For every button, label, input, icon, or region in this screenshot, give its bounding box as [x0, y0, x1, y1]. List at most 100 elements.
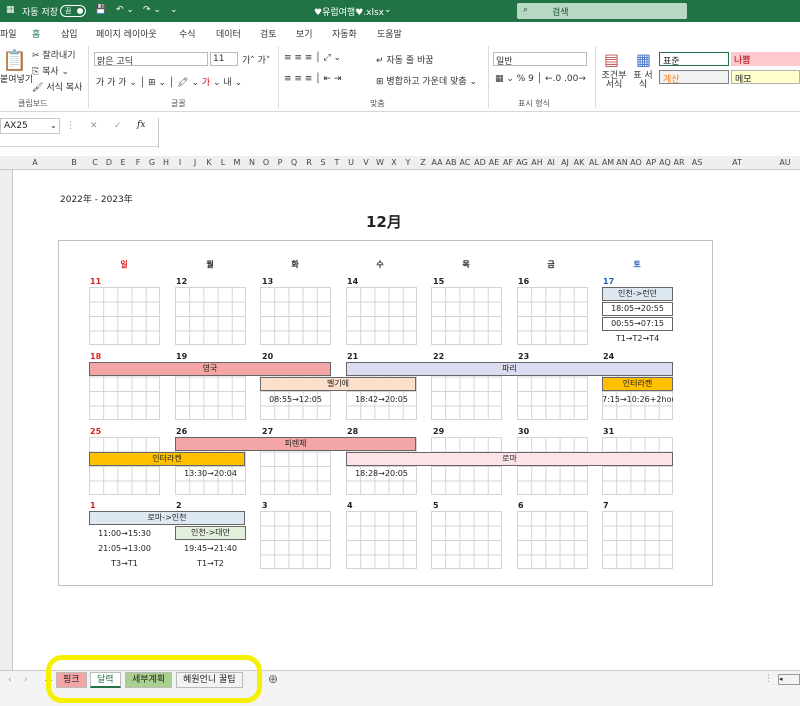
paste-icon[interactable]: 📋	[2, 48, 27, 72]
day-cell[interactable]	[260, 511, 331, 569]
col-header[interactable]: AD	[474, 158, 486, 167]
event-florence[interactable]: 피렌체	[175, 437, 416, 451]
chevron-down-icon[interactable]: ⌄	[50, 121, 57, 130]
conditional-format-label[interactable]: 조건부 서식	[600, 72, 628, 90]
event-rome-incheon[interactable]: 로마->인천	[89, 511, 245, 525]
day-cell[interactable]	[260, 287, 331, 345]
font-size-select[interactable]: 11	[210, 52, 238, 66]
col-header[interactable]: D	[106, 158, 112, 167]
day-cell[interactable]	[431, 287, 502, 345]
col-header[interactable]: AP	[646, 158, 656, 167]
day-cell[interactable]	[175, 287, 246, 345]
col-header[interactable]: AI	[547, 158, 555, 167]
col-header[interactable]: R	[306, 158, 312, 167]
col-header[interactable]: B	[71, 158, 77, 167]
style-bad[interactable]: 나쁨	[731, 52, 800, 66]
col-header[interactable]: AM	[602, 158, 614, 167]
col-header[interactable]: H	[163, 158, 169, 167]
align-top-icons[interactable]: ≡ ≡ ≡ │ ⤢ ⌄	[284, 53, 341, 63]
col-header[interactable]: E	[120, 158, 125, 167]
event-incheon-taipei[interactable]: 인천->대만	[175, 526, 246, 540]
col-header[interactable]: AO	[630, 158, 642, 167]
style-normal[interactable]: 표준	[659, 52, 729, 67]
event-uk[interactable]: 영국	[89, 362, 331, 376]
sheet-tab-detail-plan[interactable]: 세부계획	[125, 672, 173, 688]
day-cell[interactable]	[602, 511, 673, 569]
tab-insert[interactable]: 삽입	[61, 27, 78, 40]
tab-file[interactable]: 파일	[0, 27, 17, 40]
customize-qat-icon[interactable]: ⌄	[170, 5, 178, 15]
sheet-tab-calendar[interactable]: 달력	[90, 672, 121, 688]
day-cell[interactable]	[431, 437, 502, 495]
event-interlaken[interactable]: 인터라켄	[89, 452, 245, 466]
col-header[interactable]: AN	[616, 158, 627, 167]
table-format-label[interactable]: 표 서식	[630, 72, 656, 90]
day-cell[interactable]	[517, 511, 588, 569]
col-header[interactable]: AS	[692, 158, 703, 167]
chevron-right-icon[interactable]: ›	[24, 675, 28, 685]
col-header[interactable]: AL	[589, 158, 599, 167]
col-header[interactable]: W	[376, 158, 384, 167]
save-icon[interactable]: 💾	[95, 5, 106, 15]
col-header[interactable]: C	[92, 158, 98, 167]
autosave-toggle[interactable]: 끔	[60, 5, 86, 17]
format-painter-button[interactable]: 🖌 서식 복사	[32, 80, 82, 93]
fx-icon[interactable]: fx	[137, 120, 145, 130]
tab-formulas[interactable]: 수식	[179, 27, 196, 40]
col-header[interactable]: I	[179, 158, 181, 167]
col-header[interactable]: AJ	[561, 158, 569, 167]
event-time[interactable]: 18:05→20:55	[602, 302, 673, 316]
style-memo[interactable]: 메모	[731, 70, 800, 85]
col-header[interactable]: AE	[489, 158, 500, 167]
col-header[interactable]: AH	[531, 158, 543, 167]
day-cell[interactable]	[346, 287, 417, 345]
more-icon[interactable]: …	[44, 674, 53, 684]
sheet-tab-pink[interactable]: 핑크	[56, 672, 87, 688]
col-header[interactable]: F	[136, 158, 141, 167]
redo-icon[interactable]: ↷ ⌄	[143, 5, 161, 15]
merge-center-button[interactable]: ⊞ 병합하고 가운데 맞춤 ⌄	[376, 74, 477, 87]
col-header[interactable]: O	[263, 158, 269, 167]
table-format-icon[interactable]: ▦	[636, 50, 651, 69]
col-header[interactable]: AG	[516, 158, 528, 167]
col-header[interactable]: AT	[732, 158, 742, 167]
chevron-left-icon[interactable]: ‹	[8, 675, 12, 685]
sheet-tab-tips[interactable]: 혜원언니 꿀팁	[176, 672, 243, 688]
event-interlaken[interactable]: 인터라켄	[602, 377, 673, 391]
row-header[interactable]	[0, 170, 13, 670]
col-header[interactable]: P	[278, 158, 283, 167]
col-header[interactable]: J	[194, 158, 196, 167]
tab-help[interactable]: 도움말	[377, 27, 402, 40]
conditional-format-icon[interactable]: ▤	[604, 50, 619, 69]
day-cell[interactable]	[89, 437, 160, 495]
col-header[interactable]: N	[249, 158, 255, 167]
cut-button[interactable]: ✂ 잘라내기	[32, 48, 76, 61]
event-belgium[interactable]: 벨기에	[260, 377, 416, 391]
day-cell[interactable]	[517, 287, 588, 345]
search-box[interactable]: ⌕ 검색	[517, 3, 687, 19]
event-paris[interactable]: 파리	[346, 362, 673, 376]
horizontal-scrollbar[interactable]: ◂	[778, 674, 800, 685]
wrap-text-button[interactable]: ↵ 자동 줄 바꿈	[376, 53, 434, 66]
bold-italic-underline-icons[interactable]: 가 가 가 ⌄ │ ⊞ ⌄ │ 🖍 ⌄ 가 ⌄ 내 ⌄	[96, 75, 242, 88]
col-header[interactable]: A	[32, 158, 37, 167]
day-cell[interactable]	[602, 437, 673, 495]
day-cell[interactable]	[431, 511, 502, 569]
more-icon[interactable]: ⋮	[764, 674, 773, 684]
check-icon[interactable]: ✓	[114, 121, 122, 131]
col-header[interactable]: Z	[420, 158, 425, 167]
col-header[interactable]: Y	[406, 158, 411, 167]
tab-page-layout[interactable]: 페이지 레이아웃	[96, 27, 157, 40]
event-rome[interactable]: 로마	[346, 452, 673, 466]
tab-view[interactable]: 보기	[296, 27, 313, 40]
event-incheon-london[interactable]: 인천->런던	[602, 287, 673, 301]
col-header[interactable]: U	[348, 158, 354, 167]
col-header[interactable]: AU	[779, 158, 790, 167]
col-header[interactable]: AF	[503, 158, 513, 167]
number-format-select[interactable]: 일반	[493, 52, 587, 67]
col-header[interactable]: L	[221, 158, 225, 167]
day-cell[interactable]	[89, 287, 160, 345]
col-header[interactable]: T	[335, 158, 340, 167]
tab-data[interactable]: 데이터	[216, 27, 241, 40]
align-horizontal-icons[interactable]: ≡ ≡ ≡ │ ⇤ ⇥	[284, 74, 341, 84]
